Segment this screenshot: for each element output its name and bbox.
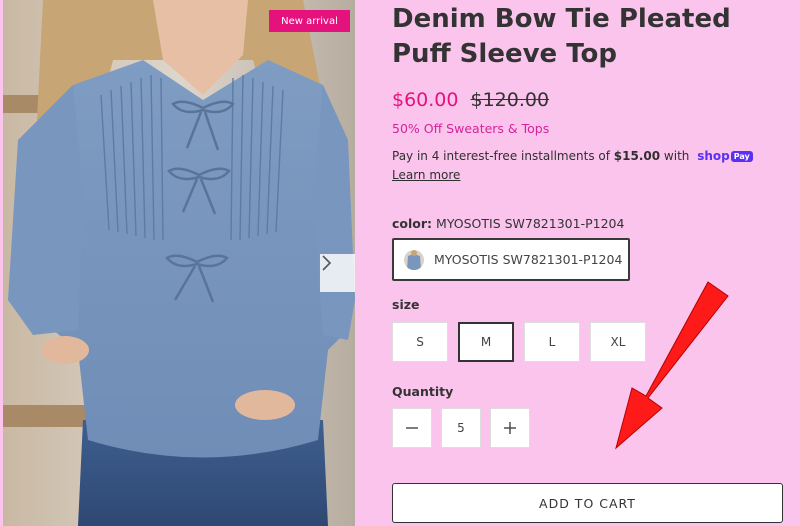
quantity-increase-button[interactable] — [490, 408, 530, 448]
color-label-text: color: — [392, 216, 433, 231]
add-to-cart-button[interactable]: ADD TO CART — [392, 483, 783, 523]
shop-pay-brand-pay: Pay — [730, 151, 753, 162]
color-option-label: MYOSOTIS SW7821301-P1204 — [434, 252, 623, 267]
installments-suffix: with — [663, 149, 690, 163]
shop-pay-installments: Pay in 4 interest-free installments of $… — [392, 149, 753, 163]
compare-at-price: $120.00 — [470, 89, 550, 111]
size-option-s[interactable]: S — [392, 322, 448, 362]
learn-more-link[interactable]: Learn more — [392, 168, 460, 182]
quantity-input[interactable]: 5 — [441, 408, 481, 448]
size-option-m[interactable]: M — [458, 322, 514, 362]
color-swatch-thumbnail — [404, 249, 424, 270]
product-photo — [3, 0, 355, 526]
product-title: Denim Bow Tie Pleated Puff Sleeve Top — [392, 4, 731, 69]
price-row: $60.00 $120.00 — [392, 89, 549, 111]
red-arrow-annotation — [615, 281, 729, 450]
gallery-next-button[interactable] — [320, 254, 355, 292]
installment-amount: $15.00 — [613, 149, 661, 163]
size-label: size — [392, 297, 420, 312]
chevron-right-icon — [322, 255, 332, 271]
selected-color-name: MYOSOTIS SW7821301-P1204 — [436, 216, 625, 231]
size-option-l[interactable]: L — [524, 322, 580, 362]
quantity-decrease-button[interactable] — [392, 408, 432, 448]
quantity-label: Quantity — [392, 384, 454, 399]
new-arrival-badge: New arrival — [269, 10, 350, 32]
installments-prefix: Pay in 4 interest-free installments of — [392, 149, 610, 163]
minus-icon — [406, 427, 418, 429]
plus-icon — [504, 422, 516, 434]
shop-pay-brand-shop: shop — [697, 149, 730, 163]
shop-pay-logo: shop Pay — [697, 149, 753, 163]
color-option-myosotis[interactable]: MYOSOTIS SW7821301-P1204 — [392, 238, 630, 281]
promo-text: 50% Off Sweaters & Tops — [392, 121, 550, 136]
sale-price: $60.00 — [392, 89, 459, 111]
color-label: color: MYOSOTIS SW7821301-P1204 — [392, 216, 624, 231]
product-image[interactable]: New arrival — [3, 0, 355, 526]
